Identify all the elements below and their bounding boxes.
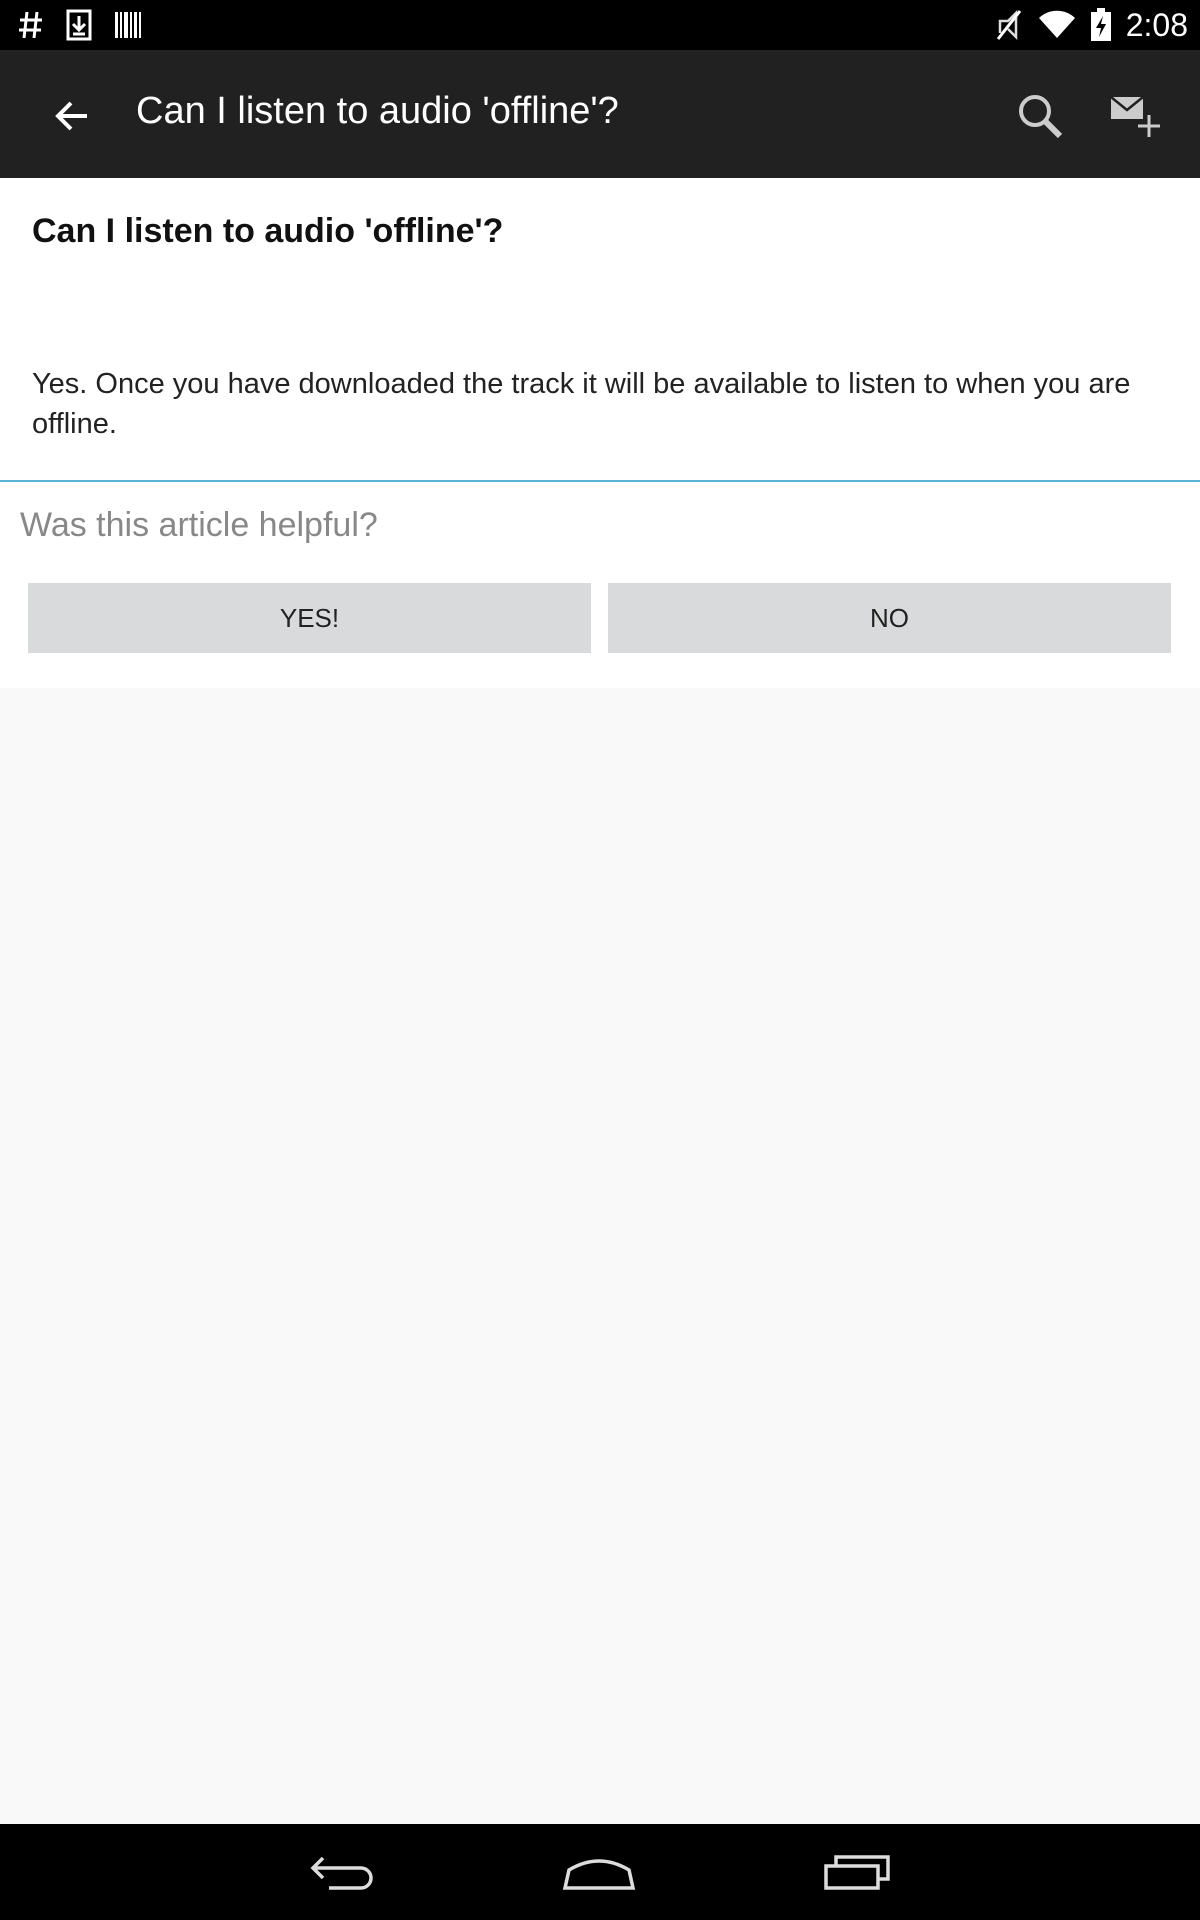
home-nav-icon — [562, 1859, 636, 1890]
recent-apps-icon — [824, 1855, 890, 1890]
mute-icon — [994, 9, 1024, 41]
arrow-left-icon — [55, 101, 87, 131]
back-nav-icon — [310, 1856, 373, 1890]
search-icon — [1019, 95, 1063, 139]
no-button[interactable]: NO — [608, 583, 1171, 653]
back-button[interactable] — [40, 84, 104, 148]
status-time: 2:08 — [1125, 6, 1188, 43]
nav-back-button[interactable] — [294, 1842, 394, 1902]
nav-recent-button[interactable] — [807, 1842, 907, 1902]
app-bar: Can I listen to audio 'offline'? — [0, 50, 1200, 178]
status-bar: 2:08 — [0, 0, 1200, 50]
status-right-icons: 2:08 — [994, 4, 1188, 46]
article-title: Can I listen to audio 'offline'? — [32, 212, 504, 250]
search-button[interactable] — [1005, 86, 1075, 146]
divider — [0, 480, 1200, 482]
yes-button[interactable]: YES! — [28, 583, 591, 653]
page-title: Can I listen to audio 'offline'? — [136, 90, 619, 132]
hash-icon — [18, 10, 44, 40]
battery-charging-icon — [1090, 8, 1112, 42]
article-body: Yes. Once you have downloaded the track … — [32, 368, 1131, 440]
wifi-icon — [1038, 10, 1076, 40]
new-message-button[interactable] — [1100, 86, 1170, 146]
download-icon — [66, 9, 92, 41]
status-left-icons — [18, 8, 142, 42]
nav-home-button[interactable] — [549, 1842, 649, 1902]
system-nav-bar — [0, 1824, 1200, 1920]
helpful-question: Was this article helpful? — [20, 506, 378, 544]
barcode-icon — [114, 10, 142, 40]
article-content: Can I listen to audio 'offline'? Yes. On… — [0, 178, 1200, 688]
mail-add-icon — [1110, 96, 1160, 137]
